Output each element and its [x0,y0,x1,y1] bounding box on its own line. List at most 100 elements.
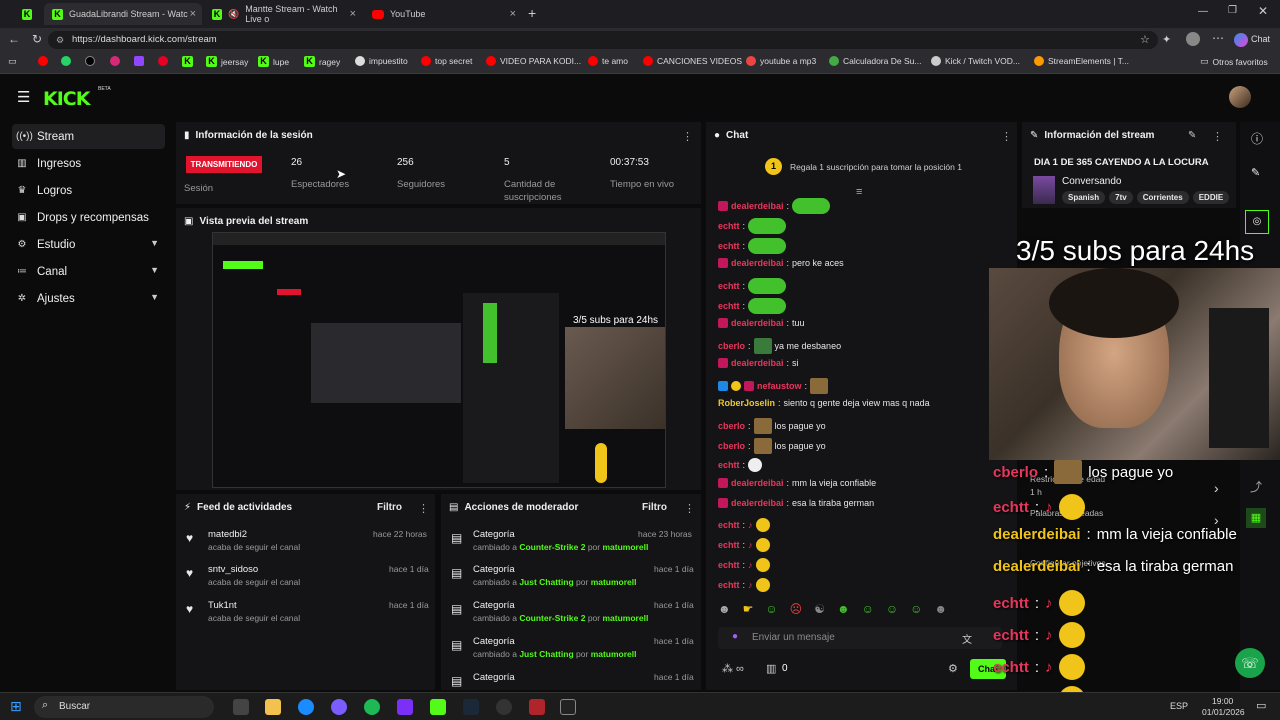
bookmark-canciones[interactable]: CANCIONES VIDEOS [643,56,742,66]
bookmark-pinterest[interactable] [158,56,168,66]
tab-guadalibrandi[interactable]: K GuadaLibrandi Stream - Watc × [44,3,202,25]
sidebar-item-stream[interactable]: ((•)) Stream [12,124,165,149]
sidebar-item-logros[interactable]: ♛ Logros [12,178,165,203]
feed-filter-button[interactable]: Filtro [377,502,402,513]
chat-username[interactable]: dealerdeibai [731,498,784,508]
chat-username[interactable]: RoberJoselin [718,398,775,408]
chat-username[interactable]: echtt [718,301,740,311]
mod-action-category[interactable]: Counter-Strike 2 [519,542,585,552]
bookmark-youtube[interactable] [38,56,48,66]
steam-icon[interactable] [463,699,479,715]
chat-username[interactable]: echtt [718,540,740,550]
bookmark-video-kodi[interactable]: VIDEO PARA KODI... [486,56,581,66]
favorite-star-icon[interactable]: ☆ [1140,33,1150,46]
share-icon[interactable]: ⤴ [1250,478,1262,495]
site-info-icon[interactable]: ⚙ [56,31,64,49]
app-red-icon[interactable] [529,699,545,715]
tag-pill[interactable]: Spanish [1062,191,1106,204]
taskbar-search[interactable]: ⌕ Buscar [34,696,214,718]
translate-icon[interactable]: 文 [962,631,972,646]
tag-pill[interactable]: EDDIE [1192,191,1230,204]
messenger-icon[interactable] [331,699,347,715]
chat-username[interactable]: echtt [718,560,740,570]
chat-username[interactable]: dealerdeibai [731,318,784,328]
profile-avatar-icon[interactable] [1186,32,1200,46]
gift-sub-prompt[interactable]: Regala 1 suscripción para tomar la posic… [790,162,962,172]
chat-username[interactable]: echtt [718,520,740,530]
epic-games-icon[interactable] [560,699,576,715]
sidebar-item-drops[interactable]: ▣ Drops y recompensas [12,205,165,230]
sidebar-item-ajustes[interactable]: ✲ Ajustes ▼ [12,286,165,311]
info-icon[interactable]: ⓘ [1251,130,1263,147]
more-options-icon[interactable]: ⋮ [418,502,429,515]
clock-date[interactable]: 01/01/2026 [1202,707,1245,717]
more-menu-icon[interactable]: ⋯ [1212,31,1224,45]
maximize-icon[interactable]: ❐ [1228,5,1237,16]
chat-username[interactable]: nefaustow [757,381,802,391]
notification-icon[interactable]: ▭ [1256,699,1266,712]
hamburger-menu-icon[interactable]: ☰ [17,88,30,106]
bookmark-twitch[interactable] [134,56,144,66]
close-tab-icon[interactable]: × [350,8,356,20]
bookmark-ragey[interactable]: Kragey [304,56,340,67]
chat-username[interactable]: echtt [718,460,740,470]
pinned-toggle-icon[interactable]: ≡ [856,186,862,198]
bookmark-streamelements[interactable]: StreamElements | T... [1034,56,1129,66]
more-options-icon[interactable]: ⋮ [1001,130,1012,143]
bookmark-kick[interactable]: K [182,56,193,67]
copilot-label[interactable]: Chat [1251,34,1270,44]
new-tab-icon[interactable]: + [528,5,536,21]
tab-kick-dashboard[interactable]: K [14,3,40,25]
mod-action-user[interactable]: matumorell [603,542,649,552]
kick-logo[interactable]: KICK [43,88,90,110]
user-avatar[interactable] [1229,86,1251,108]
tag-pill[interactable]: 7tv [1109,191,1133,204]
chat-username[interactable]: dealerdeibai [731,258,784,268]
chat-username[interactable]: echtt [718,281,740,291]
focus-mode-icon[interactable]: ◎ [1245,210,1269,234]
feed-username[interactable]: Tuk1nt [208,600,300,611]
stream-preview-video[interactable]: 3/5 subs para 24hs [212,232,666,488]
mod-action-category[interactable]: Just Chatting [519,577,573,587]
kick-app-icon[interactable] [430,699,446,715]
more-options-icon[interactable]: ⋮ [682,130,693,143]
more-options-icon[interactable]: ⋮ [684,502,695,515]
chat-settings-icon[interactable]: ⚙ [948,662,958,675]
chat-username[interactable]: dealerdeibai [731,201,784,211]
chevron-right-icon[interactable]: › [1214,480,1219,496]
close-window-icon[interactable]: ✕ [1258,4,1268,18]
bookmark-impuestito[interactable]: impuestito [355,56,408,66]
gift-box-icon[interactable]: ▥ [766,662,776,675]
clock-time[interactable]: 19:00 [1212,696,1233,706]
back-icon[interactable]: ← [8,32,20,46]
extensions-icon[interactable]: ✦ [1162,33,1171,46]
mod-filter-button[interactable]: Filtro [642,502,667,513]
bookmark-whatsapp[interactable] [61,56,71,66]
tab-youtube[interactable]: YouTube × [364,3,522,25]
bookmark-youtube-mp3[interactable]: youtube a mp3 [746,56,816,66]
bookmark-otros-favoritos[interactable]: ▭ Otros favoritos [1200,56,1268,67]
reload-icon[interactable]: ↻ [32,32,42,46]
edit-icon[interactable]: ✎ [1251,166,1260,179]
close-tab-icon[interactable]: × [510,8,516,20]
spotify-icon[interactable] [364,699,380,715]
file-explorer-icon[interactable] [265,699,281,715]
chat-username[interactable]: echtt [718,241,740,251]
windows-start-icon[interactable]: ⊞ [10,698,22,715]
bookmark-lupe[interactable]: Klupe [258,56,289,67]
feed-username[interactable]: sntv_sidoso [208,564,300,575]
chat-username[interactable]: dealerdeibai [731,358,784,368]
mod-action-user[interactable]: matumorell [591,649,637,659]
bookmark-x[interactable] [85,56,95,66]
microphone-icon[interactable]: ● [732,631,738,642]
bookmark-kick-twitch-vod[interactable]: Kick / Twitch VOD... [931,56,1020,66]
bookmark-calculadora[interactable]: Calculadora De Su... [829,56,921,66]
minimize-icon[interactable]: — [1198,6,1208,17]
bookmark-te-amo[interactable]: te amo [588,56,628,66]
bookmark-top-secret[interactable]: top secret [421,56,472,66]
bookmark-icon-item[interactable]: ▭ [8,56,17,67]
mod-action-user[interactable]: matumorell [603,613,649,623]
url-input[interactable]: ⚙ https://dashboard.kick.com/stream [48,31,1158,49]
mod-action-category[interactable]: Counter-Strike 2 [519,613,585,623]
sidebar-item-ingresos[interactable]: ▥ Ingresos [12,151,165,176]
